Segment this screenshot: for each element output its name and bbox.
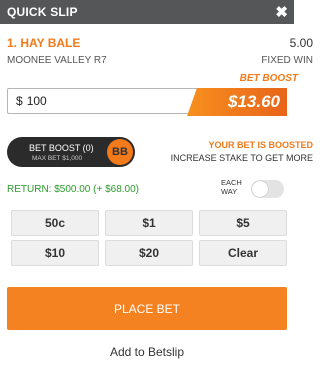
each-way-toggle[interactable] <box>251 180 284 198</box>
quick-stake-20-button[interactable]: $20 <box>105 240 193 266</box>
close-icon[interactable]: ✖ <box>275 5 288 20</box>
bet-boost-badge: BB <box>107 139 133 165</box>
runner-odds: 5.00 <box>289 36 313 50</box>
quick-stake-50c-button[interactable]: 50c <box>11 210 99 236</box>
quick-stake-10-button[interactable]: $10 <box>11 240 99 266</box>
stake-input[interactable]: $ 100 <box>7 88 203 114</box>
each-way-label-line2: WAY <box>221 187 238 196</box>
clear-stake-button[interactable]: Clear <box>199 240 287 266</box>
race-row: MOONEE VALLEY R7 FIXED WIN <box>7 55 313 66</box>
header-title: QUICK SLIP <box>7 5 78 19</box>
each-way-label: EACH WAY <box>221 178 242 196</box>
boost-message-title: YOUR BET IS BOOSTED <box>208 140 313 150</box>
return-text: RETURN: $500.00 (+ $68.00) <box>7 184 140 195</box>
bet-boost-max-bet: MAX BET $1,000 <box>32 155 83 162</box>
quick-stake-1-button[interactable]: $1 <box>105 210 193 236</box>
boost-message-hint: INCREASE STAKE TO GET MORE <box>170 153 313 163</box>
quick-slip-header: QUICK SLIP ✖ <box>0 0 294 24</box>
currency-symbol: $ <box>16 94 23 108</box>
bet-type: FIXED WIN <box>261 55 313 66</box>
place-bet-button[interactable]: PLACE BET <box>7 287 287 330</box>
each-way-toggle-knob <box>252 181 268 197</box>
boosted-amount: $13.60 <box>187 88 287 116</box>
bet-boost-toggle[interactable]: BET BOOST (0) MAX BET $1,000 BB <box>7 137 135 167</box>
each-way-label-line1: EACH <box>221 178 242 187</box>
boost-message: YOUR BET IS BOOSTED INCREASE STAKE TO GE… <box>171 140 313 163</box>
runner-name: 1. HAY BALE <box>7 36 81 50</box>
stake-value: 100 <box>26 94 47 108</box>
quick-stake-5-button[interactable]: $5 <box>199 210 287 236</box>
runner-row: 1. HAY BALE 5.00 <box>7 36 313 50</box>
bet-boost-toggle-title: BET BOOST (0) <box>29 143 94 153</box>
quick-stake-grid: 50c $1 $5 $10 $20 Clear <box>11 210 287 266</box>
bet-boost-label: BET BOOST <box>239 73 298 84</box>
add-to-betslip-link[interactable]: Add to Betslip <box>0 345 294 359</box>
stake-row: $ 100 $13.60 <box>7 88 287 116</box>
race-name: MOONEE VALLEY R7 <box>7 55 107 66</box>
